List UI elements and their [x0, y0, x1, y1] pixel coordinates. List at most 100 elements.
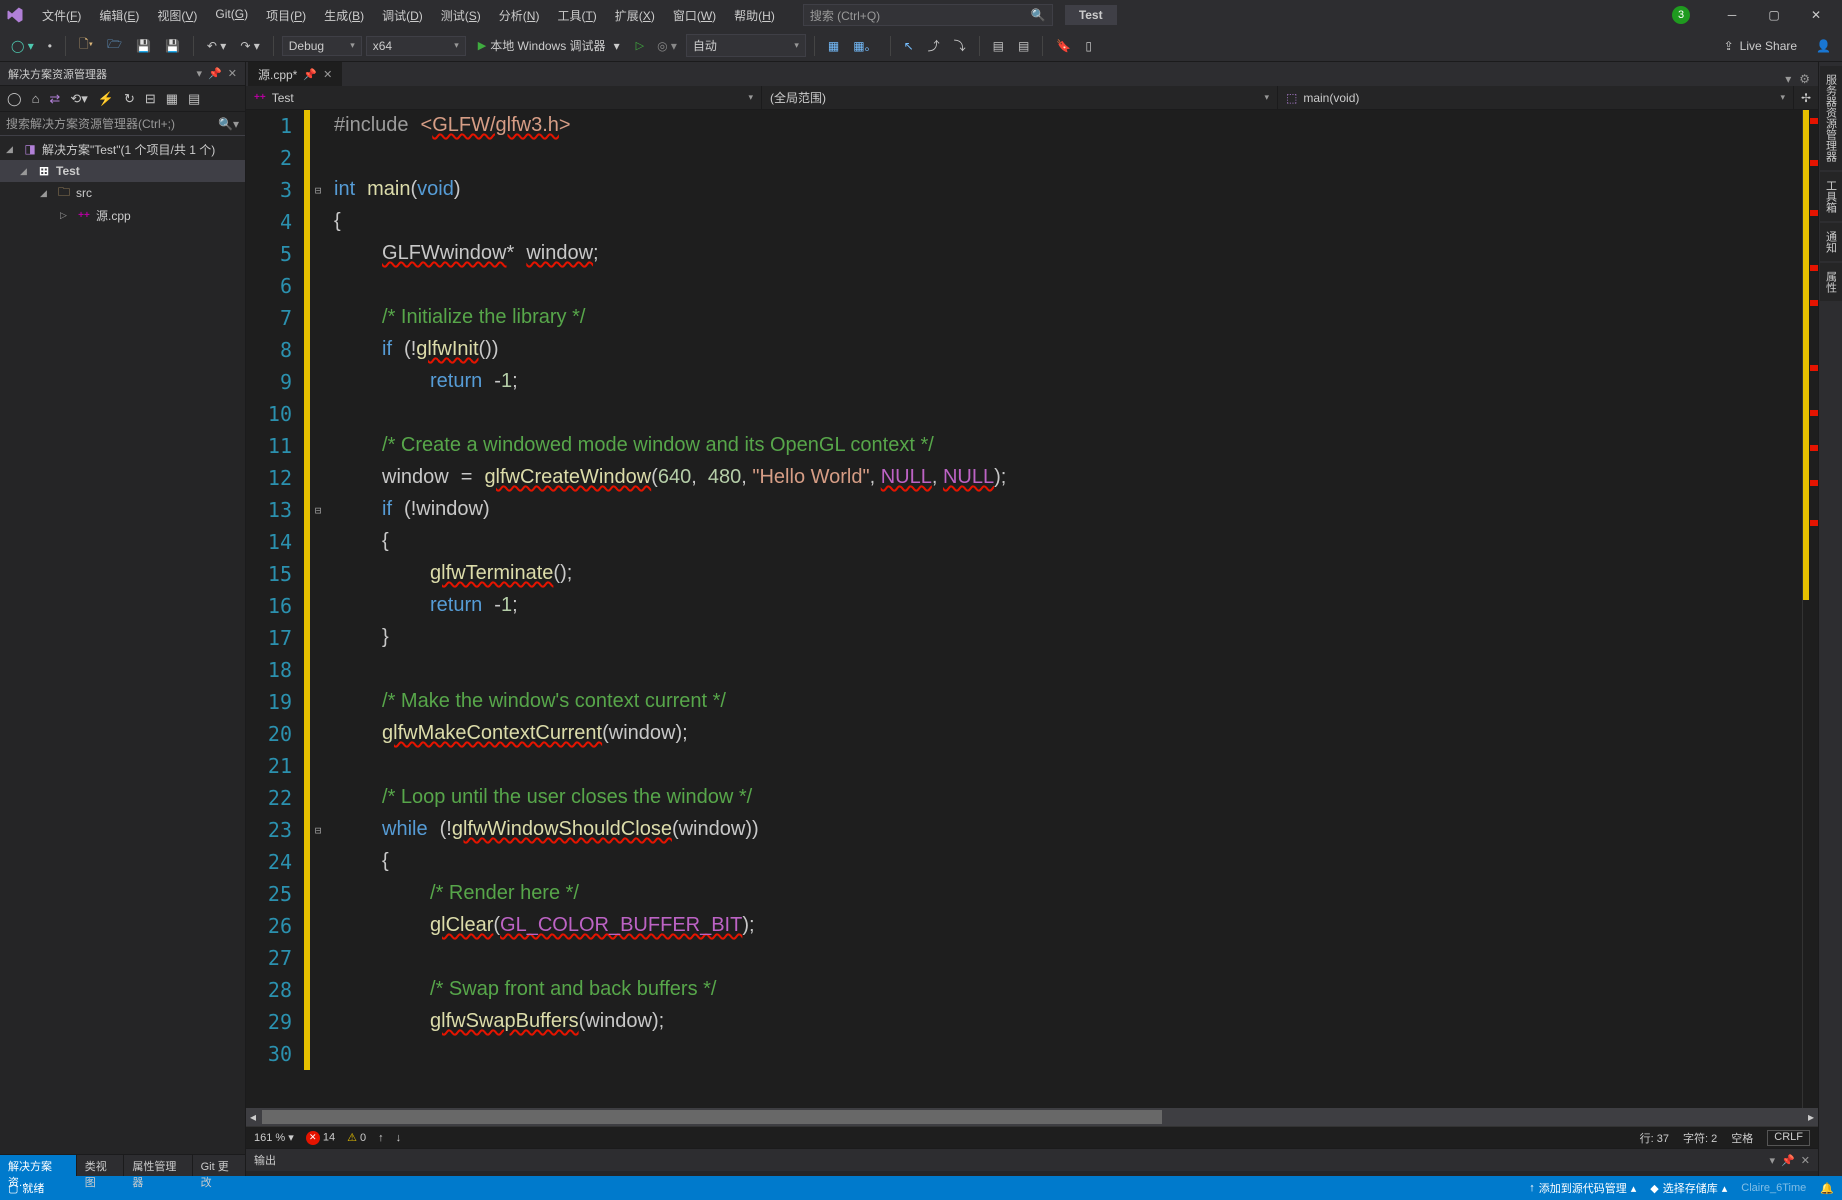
nav-func-dropdown[interactable]: ⬚main(void): [1278, 86, 1794, 109]
bookmark-icon[interactable]: 🔖: [1051, 36, 1076, 56]
close-tab-icon[interactable]: ✕: [323, 68, 332, 81]
dropdown-icon[interactable]: ▾: [197, 67, 203, 80]
warning-count[interactable]: ⚠ 0: [347, 1131, 366, 1144]
rail-tab[interactable]: 属性: [1820, 263, 1842, 301]
error-count[interactable]: ✕ 14: [306, 1131, 335, 1145]
split-icon[interactable]: ✢: [1794, 86, 1818, 109]
code-line[interactable]: 10: [246, 398, 1802, 430]
menu-item[interactable]: 项目(P): [258, 3, 314, 28]
close-icon[interactable]: ✕: [1801, 1154, 1810, 1167]
step-icon-1[interactable]: ⤴: [923, 34, 945, 57]
sync-icon[interactable]: ⟲▾: [67, 89, 90, 109]
code-line[interactable]: 29 glfwSwapBuffers(window);: [246, 1006, 1802, 1038]
rail-tab[interactable]: 工具箱: [1820, 172, 1842, 221]
rail-tab[interactable]: 通知: [1820, 223, 1842, 261]
file-node[interactable]: ▷++ 源.cpp: [0, 204, 245, 226]
code-line[interactable]: 28 /* Swap front and back buffers */: [246, 974, 1802, 1006]
code-line[interactable]: 27: [246, 942, 1802, 974]
config-dropdown[interactable]: Debug: [282, 36, 362, 56]
code-line[interactable]: 19 /* Make the window's context current …: [246, 686, 1802, 718]
solution-tree[interactable]: ◢◨ 解决方案"Test"(1 个项目/共 1 个) ◢⊞ Test ◢🗀 sr…: [0, 136, 245, 1176]
code-line[interactable]: 3⊟int main(void): [246, 174, 1802, 206]
nav-scope-dropdown[interactable]: (全局范围): [762, 86, 1278, 109]
open-button[interactable]: 🗁: [102, 32, 127, 59]
run-debugger-button[interactable]: ▶本地 Windows 调试器▾: [470, 35, 628, 56]
code-line[interactable]: 22 /* Loop until the user closes the win…: [246, 782, 1802, 814]
horizontal-scrollbar[interactable]: ◂ ▸: [246, 1108, 1818, 1126]
pin-icon[interactable]: 📌: [208, 67, 222, 80]
collapse-icon[interactable]: ⊟: [142, 89, 159, 109]
code-line[interactable]: 12 window = glfwCreateWindow(640, 480, "…: [246, 462, 1802, 494]
indent-indicator[interactable]: 空格: [1731, 1130, 1753, 1146]
home-icon[interactable]: ⌂: [29, 89, 43, 108]
close-button[interactable]: ✕: [1796, 1, 1836, 29]
auto-dropdown[interactable]: 自动: [686, 34, 806, 57]
undo-button[interactable]: ↶ ▾: [202, 36, 231, 56]
code-line[interactable]: 20 glfwMakeContextCurrent(window);: [246, 718, 1802, 750]
show-all-icon[interactable]: ▦: [163, 89, 181, 109]
col-indicator[interactable]: 字符: 2: [1683, 1130, 1717, 1146]
code-line[interactable]: 6: [246, 270, 1802, 302]
bottom-tab[interactable]: Git 更改: [193, 1155, 246, 1176]
rail-tab[interactable]: 服务器资源管理器: [1820, 66, 1842, 170]
maximize-button[interactable]: ▢: [1754, 1, 1794, 29]
code-line[interactable]: 21: [246, 750, 1802, 782]
live-share-button[interactable]: ⇪ Live Share: [1714, 39, 1807, 53]
zoom-level[interactable]: 161 % ▾: [254, 1131, 294, 1144]
code-line[interactable]: 24 {: [246, 846, 1802, 878]
start-no-debug-icon[interactable]: ▷: [636, 39, 644, 52]
menu-item[interactable]: 帮助(H): [726, 3, 783, 28]
code-line[interactable]: 14 {: [246, 526, 1802, 558]
line-indicator[interactable]: 行: 37: [1640, 1130, 1669, 1146]
nav-fwd-button[interactable]: •: [43, 36, 57, 56]
code-line[interactable]: 8 if (!glfwInit()): [246, 334, 1802, 366]
overview-ruler[interactable]: [1802, 110, 1818, 1108]
menu-item[interactable]: 调试(D): [374, 3, 431, 28]
code-line[interactable]: 26 glClear(GL_COLOR_BUFFER_BIT);: [246, 910, 1802, 942]
solution-name-label[interactable]: Test: [1065, 5, 1117, 25]
code-line[interactable]: 4{: [246, 206, 1802, 238]
code-line[interactable]: 30: [246, 1038, 1802, 1070]
code-line[interactable]: 16 return -1;: [246, 590, 1802, 622]
code-line[interactable]: 18: [246, 654, 1802, 686]
menu-item[interactable]: 扩展(X): [607, 3, 663, 28]
account-icon[interactable]: 👤: [1811, 36, 1836, 56]
debug-target-icon[interactable]: ◎ ▾: [652, 36, 682, 56]
redo-button[interactable]: ↷ ▾: [235, 36, 264, 56]
menu-item[interactable]: 生成(B): [316, 3, 372, 28]
nav-down-icon[interactable]: ↓: [396, 1132, 402, 1144]
notification-icon[interactable]: 🔔: [1820, 1182, 1834, 1195]
folder-node[interactable]: ◢🗀 src: [0, 182, 245, 204]
dropdown-icon[interactable]: ▾: [1770, 1154, 1776, 1167]
close-icon[interactable]: ✕: [228, 67, 237, 80]
code-line[interactable]: 7 /* Initialize the library */: [246, 302, 1802, 334]
minimize-button[interactable]: ─: [1712, 1, 1752, 29]
eol-indicator[interactable]: CRLF: [1767, 1130, 1810, 1146]
menu-item[interactable]: 工具(T): [549, 3, 604, 28]
toolbox-icon-1[interactable]: ▦: [823, 36, 844, 56]
code-line[interactable]: 5 GLFWwindow* window;: [246, 238, 1802, 270]
step-icon-2[interactable]: ⤵: [949, 34, 971, 57]
code-editor[interactable]: 1#include <GLFW/glfw3.h>23⊟int main(void…: [246, 110, 1818, 1108]
bottom-tab[interactable]: 解决方案资...: [0, 1155, 77, 1176]
code-line[interactable]: 1#include <GLFW/glfw3.h>: [246, 110, 1802, 142]
source-control-button[interactable]: ↑ 添加到源代码管理 ▴: [1529, 1180, 1636, 1196]
new-button[interactable]: 🗋▾: [74, 32, 98, 59]
nav-project-dropdown[interactable]: ++Test: [246, 86, 762, 109]
properties-icon[interactable]: ▤: [185, 89, 203, 109]
code-line[interactable]: 9 return -1;: [246, 366, 1802, 398]
menu-item[interactable]: Git(G): [207, 3, 256, 28]
uncomment-icon[interactable]: ▤: [1013, 36, 1034, 56]
bottom-tab[interactable]: 属性管理器: [124, 1155, 192, 1176]
cursor-icon[interactable]: ↖: [899, 36, 919, 56]
menu-item[interactable]: 分析(N): [491, 3, 548, 28]
solution-node[interactable]: ◢◨ 解决方案"Test"(1 个项目/共 1 个): [0, 138, 245, 160]
code-line[interactable]: 13⊟ if (!window): [246, 494, 1802, 526]
code-line[interactable]: 25 /* Render here */: [246, 878, 1802, 910]
notification-badge[interactable]: 3: [1672, 6, 1690, 24]
tab-overflow-icon[interactable]: ▾: [1785, 72, 1791, 86]
menu-item[interactable]: 窗口(W): [665, 3, 724, 28]
nav-up-icon[interactable]: ↑: [378, 1132, 384, 1144]
gear-icon[interactable]: ⚙: [1799, 72, 1810, 86]
save-button[interactable]: 💾: [131, 36, 156, 56]
